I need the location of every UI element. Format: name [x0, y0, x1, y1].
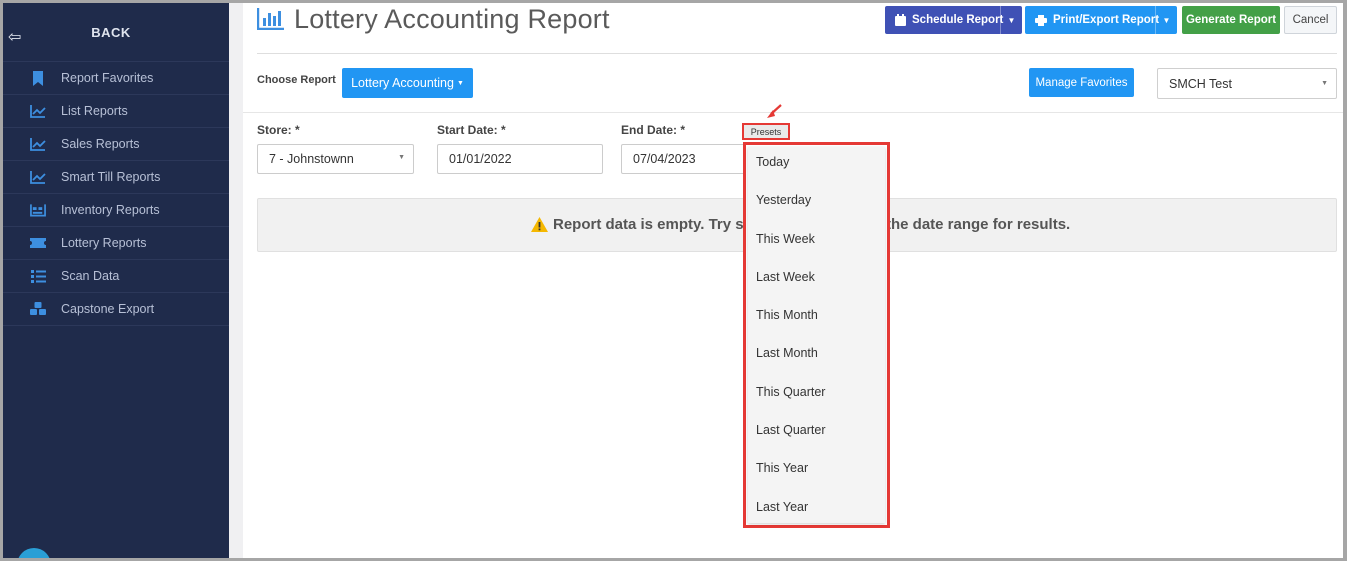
sidebar-item-label: Lottery Reports [61, 236, 147, 250]
preset-last-week[interactable]: Last Week [756, 270, 815, 284]
sidebar: ⇦ BACK Report Favorites List Reports Sal… [3, 3, 229, 561]
presets-dropdown-menu: Today Yesterday This Week Last Week This… [743, 142, 890, 528]
store-group-value: SMCH Test [1169, 76, 1232, 91]
store-label: Store: * [257, 123, 300, 137]
content-gutter [229, 3, 243, 558]
chart-line-icon [30, 103, 46, 119]
back-button[interactable]: ⇦ BACK [3, 3, 229, 62]
sidebar-item-label: Sales Reports [61, 137, 140, 151]
cubes-icon [30, 301, 46, 317]
help-chat-button[interactable] [17, 548, 51, 561]
preset-last-month[interactable]: Last Month [756, 346, 818, 360]
preset-yesterday[interactable]: Yesterday [756, 193, 811, 207]
preset-this-year[interactable]: This Year [756, 461, 808, 475]
schedule-report-button[interactable]: Schedule Report ▼ [885, 6, 1022, 34]
report-type-dropdown[interactable]: Lottery Accounting ▼ [342, 68, 473, 98]
page-title: Lottery Accounting Report [294, 4, 610, 34]
sidebar-item-inventory-reports[interactable]: Inventory Reports [3, 194, 229, 227]
bar-chart-icon [257, 8, 284, 30]
warning-icon [531, 217, 548, 232]
divider [257, 53, 1337, 54]
sidebar-item-lottery-reports[interactable]: Lottery Reports [3, 227, 229, 260]
sidebar-item-label: List Reports [61, 104, 128, 118]
store-value: 7 - Johnstownn [269, 152, 354, 166]
print-export-label: Print/Export Report [1053, 14, 1160, 26]
start-date-value: 01/01/2022 [449, 152, 512, 166]
empty-message-right: the date range for results. [886, 216, 1071, 233]
sidebar-item-sales-reports[interactable]: Sales Reports [3, 128, 229, 161]
back-label: BACK [91, 24, 131, 40]
ticket-icon [30, 235, 46, 251]
divider [243, 112, 1343, 113]
end-date-input[interactable]: 07/04/2023 [621, 144, 745, 174]
choose-report-label: Choose Report [257, 74, 336, 86]
chart-line-icon [30, 169, 46, 185]
preset-this-quarter[interactable]: This Quarter [756, 385, 825, 399]
store-group-select[interactable]: SMCH Test ▼ [1157, 68, 1337, 99]
calendar-icon [895, 14, 906, 26]
print-dropdown-toggle[interactable]: ▼ [1155, 6, 1177, 34]
sidebar-item-label: Inventory Reports [61, 203, 160, 217]
preset-last-year[interactable]: Last Year [756, 500, 808, 514]
chevron-down-icon: ▼ [1321, 80, 1328, 87]
sidebar-item-label: Smart Till Reports [61, 170, 161, 184]
sidebar-item-label: Capstone Export [61, 302, 155, 316]
bookmark-icon [30, 70, 46, 86]
sidebar-item-scan-data[interactable]: Scan Data [3, 260, 229, 293]
sidebar-item-label: Report Favorites [61, 71, 154, 85]
store-select[interactable]: 7 - Johnstownn ▼ [257, 144, 414, 174]
back-arrow-icon: ⇦ [8, 29, 22, 46]
preset-this-month[interactable]: This Month [756, 308, 818, 322]
schedule-report-label: Schedule Report [912, 14, 1004, 26]
end-date-label: End Date: * [621, 123, 686, 137]
sidebar-item-report-favorites[interactable]: Report Favorites [3, 62, 229, 95]
annotation-arrow-icon [767, 104, 782, 118]
empty-message-text: Report data is empty. Try se [553, 216, 752, 233]
preset-today[interactable]: Today [756, 155, 789, 169]
print-export-button[interactable]: Print/Export Report ▼ [1025, 6, 1177, 34]
preset-last-quarter[interactable]: Last Quarter [756, 423, 825, 437]
chart-line-icon [30, 136, 46, 152]
printer-icon [1035, 14, 1047, 26]
end-date-value: 07/04/2023 [633, 152, 696, 166]
sidebar-item-smart-till-reports[interactable]: Smart Till Reports [3, 161, 229, 194]
sidebar-item-label: Scan Data [61, 269, 120, 283]
list-icon [30, 268, 46, 284]
schedule-dropdown-toggle[interactable]: ▼ [1000, 6, 1022, 34]
cancel-button[interactable]: Cancel [1284, 6, 1337, 34]
inventory-icon [30, 202, 46, 218]
preset-this-week[interactable]: This Week [756, 232, 815, 246]
report-type-label: Lottery Accounting [351, 76, 454, 90]
sidebar-item-list-reports[interactable]: List Reports [3, 95, 229, 128]
chevron-down-icon: ▼ [398, 154, 405, 161]
start-date-input[interactable]: 01/01/2022 [437, 144, 603, 174]
presets-button[interactable]: Presets [742, 123, 790, 140]
start-date-label: Start Date: * [437, 123, 506, 137]
presets-list: Today Yesterday This Week Last Week This… [748, 147, 885, 523]
sidebar-item-capstone-export[interactable]: Capstone Export [3, 293, 229, 326]
caret-down-icon: ▼ [456, 79, 464, 87]
empty-message-left: Report data is empty. Try se [531, 216, 752, 233]
manage-favorites-button[interactable]: Manage Favorites [1029, 68, 1134, 97]
generate-report-button[interactable]: Generate Report [1182, 6, 1280, 34]
